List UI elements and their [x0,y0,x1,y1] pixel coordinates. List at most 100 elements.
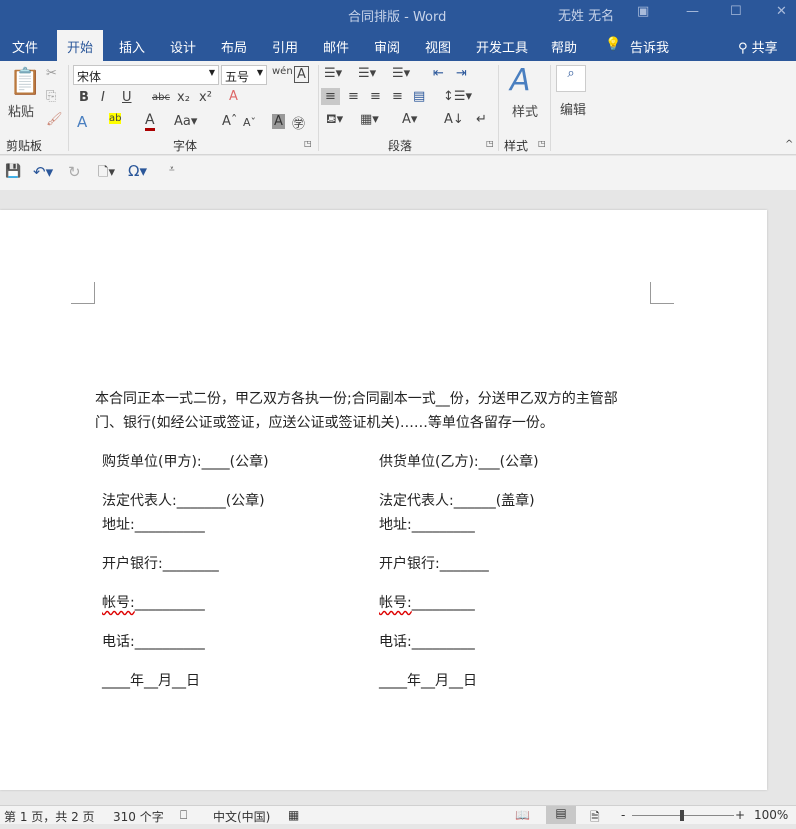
show-marks-icon[interactable]: ↵ [476,112,487,127]
tab-home[interactable]: 开始 [57,30,104,61]
paste-icon[interactable]: 📋 [9,67,41,97]
grow-font-icon[interactable]: Aˆ [222,114,237,129]
tab-developer[interactable]: 开发工具 [476,37,528,56]
buyer-representative: 法定代表人:_______(公章) [102,493,265,509]
dialog-launcher-icon[interactable]: ◳ [304,139,312,148]
italic-icon[interactable]: I [101,90,105,105]
distributed-icon[interactable]: ▤ [413,89,425,104]
font-color-icon[interactable]: A [145,112,155,131]
divider [318,65,319,151]
document-page[interactable]: 本合同正本一式二份，甲乙双方各执一份;合同副本一式__份，分送甲乙双方的主管部 … [0,210,767,790]
numbering-icon[interactable]: ☰▾ [358,66,376,81]
seller-phone: 电话:_________ [379,634,475,650]
zoom-level[interactable]: 100% [754,808,788,822]
increase-indent-icon[interactable]: ⇥ [456,66,467,81]
redo-icon[interactable]: ↻ [68,163,81,181]
cut-icon[interactable]: ✂ [46,66,57,81]
highlight-icon[interactable]: ab [109,113,122,124]
buyer-unit: 购货单位(甲方):____(公章) [102,454,269,470]
language[interactable]: 中文(中国) [213,808,270,825]
styles-group-label: 样式 [504,139,529,153]
bold-icon[interactable]: B [79,90,89,105]
align-right-icon[interactable]: ≡ [370,89,381,104]
macro-icon[interactable]: ▦ [288,808,299,822]
zoom-slider-thumb[interactable] [680,810,684,821]
save-icon[interactable]: 💾 [5,164,21,179]
paste-label[interactable]: 粘贴 [8,101,34,120]
seller-bank: 开户银行:_______ [379,556,489,572]
read-mode-icon[interactable]: 📖 [515,808,530,822]
print-preview-icon[interactable]: 🗋▾ [98,163,115,185]
tab-view[interactable]: 视图 [425,37,451,56]
phonetic-guide-icon[interactable]: wén [272,66,293,77]
customize-qat-icon[interactable]: ⩡ [169,164,175,175]
tab-review[interactable]: 审阅 [374,37,400,56]
ribbon-display-icon[interactable]: ▣ [637,4,649,19]
superscript-icon[interactable]: x² [199,90,212,105]
font-size-select[interactable]: 五号 ▼ [221,65,267,85]
character-border-icon[interactable]: A [294,66,309,83]
character-shading-icon[interactable]: A [272,114,285,129]
sort-icon[interactable]: A↓ [444,112,464,127]
tab-references[interactable]: 引用 [272,37,298,56]
tab-layout[interactable]: 布局 [221,37,247,56]
zoom-in-button[interactable]: + [735,808,745,822]
shrink-font-icon[interactable]: Aˇ [243,116,256,129]
subscript-icon[interactable]: x₂ [177,90,190,105]
print-layout-icon[interactable]: ▤ [546,806,576,824]
tab-help[interactable]: 帮助 [551,37,577,56]
align-center-icon[interactable]: ≡ [348,89,359,104]
collapse-ribbon-icon[interactable]: ^ [785,139,793,150]
seller-unit: 供货单位(乙方):___(公章) [379,454,539,470]
chevron-down-icon: ▼ [256,68,263,77]
decrease-indent-icon[interactable]: ⇤ [433,66,444,81]
font-name-select[interactable]: 宋体 ▼ [73,65,219,85]
copy-icon[interactable]: ⎘ [46,89,56,104]
borders-icon[interactable]: ▦▾ [360,112,379,127]
bullets-icon[interactable]: ☰▾ [324,66,342,81]
ribbon-tabs: 文件 开始 插入 设计 布局 引用 邮件 审阅 视图 开发工具 帮助 💡 告诉我… [0,30,796,61]
dialog-launcher-icon[interactable]: ◳ [486,139,494,148]
clear-formatting-icon[interactable]: A [229,89,238,104]
web-layout-icon[interactable]: 🗎 [590,808,600,829]
asian-layout-icon[interactable]: A▾ [402,112,417,127]
dialog-launcher-icon[interactable]: ◳ [538,139,546,148]
zoom-slider[interactable] [632,810,734,821]
maximize-icon[interactable]: ☐ [730,4,742,19]
strikethrough-icon[interactable]: abc [152,92,170,103]
tab-file[interactable]: 文件 [12,37,38,56]
status-bar: 第 1 页，共 2 页 310 个字 ⎕ 中文(中国) ▦ 📖 ▤ 🗎 - + … [0,805,796,824]
tab-mailings[interactable]: 邮件 [323,37,349,56]
undo-icon[interactable]: ↶▾ [33,163,53,181]
tell-me[interactable]: 告诉我 [630,37,669,56]
proofing-icon[interactable]: ⎕ [180,808,187,823]
minimize-icon[interactable]: — [686,4,699,19]
enclose-character-icon[interactable]: ㊫ [292,113,305,132]
lightbulb-icon: 💡 [605,37,622,52]
change-case-icon[interactable]: Aa▾ [174,114,197,129]
share-button[interactable]: ⚲ 共享 [738,37,778,56]
underline-icon[interactable]: U [122,90,132,105]
tab-design[interactable]: 设计 [170,37,196,56]
align-left-icon[interactable]: ≡ [321,88,340,105]
tab-insert[interactable]: 插入 [119,37,145,56]
account-blank: _________ [411,595,475,611]
font-group-label: 字体 [173,139,198,153]
word-count[interactable]: 310 个字 [113,808,164,825]
symbol-icon[interactable]: Ω▾ [128,162,147,180]
justify-icon[interactable]: ≡ [392,89,403,104]
edit-label: 编辑 [560,103,587,118]
multilevel-list-icon[interactable]: ☰▾ [392,66,410,81]
styles-label: 样式 [512,105,539,120]
format-painter-icon[interactable]: 🖌 [46,112,63,127]
shading-icon[interactable]: ⛾▾ [326,112,343,129]
zoom-out-button[interactable]: - [621,808,625,822]
window-title: 合同排版 - Word [348,10,447,25]
text-effects-icon[interactable]: A [77,113,87,131]
title-bar: 合同排版 - Word 无姓 无名 ▣ — ☐ ✕ [0,0,796,30]
chevron-down-icon: ▼ [208,68,215,77]
line-spacing-icon[interactable]: ↕☰▾ [443,89,472,104]
user-name[interactable]: 无姓 无名 [558,5,614,24]
page-count[interactable]: 第 1 页，共 2 页 [4,808,95,825]
close-icon[interactable]: ✕ [776,4,787,19]
